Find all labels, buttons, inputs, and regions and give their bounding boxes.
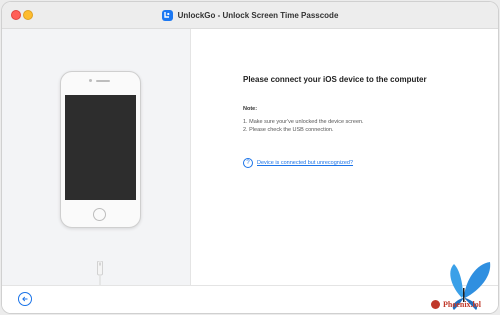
- arrow-left-icon: [22, 296, 28, 302]
- device-unrecognized-link[interactable]: Device is connected but unrecognized?: [257, 160, 353, 166]
- phone-home-button: [93, 208, 106, 221]
- phone-speaker: [96, 80, 110, 82]
- device-illustration-pane: [2, 29, 190, 291]
- window-title-group: UnlockGo - Unlock Screen Time Passcode: [2, 2, 498, 28]
- iphone-illustration: [60, 71, 141, 228]
- note-item: 1. Make sure your've unlocked the device…: [243, 119, 364, 125]
- title-bar: UnlockGo - Unlock Screen Time Passcode: [2, 2, 498, 29]
- instructions-pane: Please connect your iOS device to the co…: [191, 29, 498, 285]
- watermark-text: Phoenix.lol: [443, 300, 482, 309]
- window-title: UnlockGo - Unlock Screen Time Passcode: [177, 10, 339, 20]
- unlockgo-logo-icon: [161, 9, 173, 21]
- connect-heading: Please connect your iOS device to the co…: [243, 75, 427, 84]
- phone-screen: [65, 95, 136, 200]
- note-label: Note:: [243, 106, 258, 112]
- back-button[interactable]: [18, 292, 32, 306]
- phone-camera: [89, 79, 92, 82]
- note-item: 2. Please check the USB connection.: [243, 127, 334, 133]
- watermark-badge: [431, 300, 440, 309]
- question-circle-icon: ?: [243, 158, 253, 168]
- unrecognized-help[interactable]: ? Device is connected but unrecognized?: [243, 158, 353, 168]
- app-window: UnlockGo - Unlock Screen Time Passcode P…: [2, 2, 498, 313]
- bottom-bar: [2, 285, 498, 313]
